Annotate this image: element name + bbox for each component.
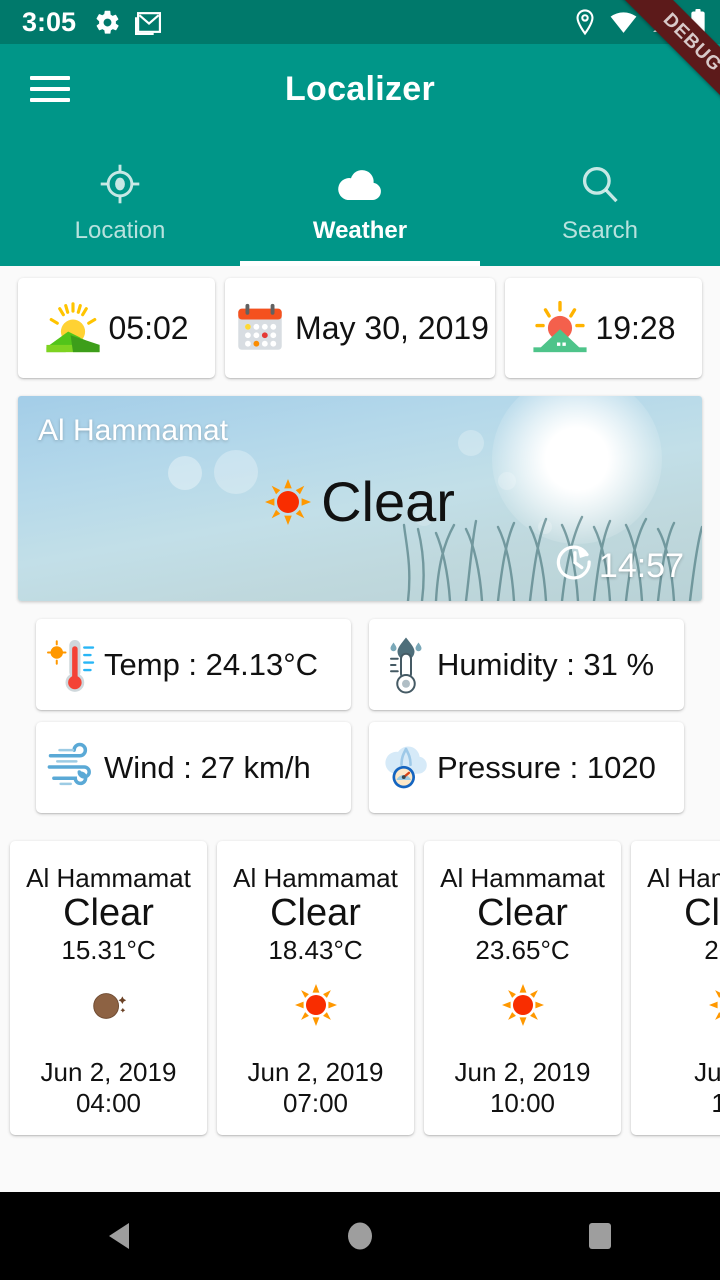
hero-condition-group: Clear [18, 474, 702, 530]
magnifier-icon [579, 161, 621, 207]
date-card[interactable]: May 30, 2019 [225, 278, 495, 378]
tab-search-label: Search [561, 217, 639, 244]
sun-icon [294, 984, 337, 1026]
metrics-row-2: Wind : 27 km/h Pressure: 1020 [36, 722, 684, 813]
current-weather-card[interactable]: Al Hammamat Clear 14:57 [18, 396, 702, 601]
hamburger-bar [30, 76, 70, 80]
thermometer-hot-icon [46, 635, 100, 695]
pressure-text: Pressure : 1020 [437, 749, 656, 785]
tab-bar: Location Weather Search [0, 134, 720, 266]
sunset-card[interactable]: 19:28 [504, 278, 702, 378]
hamburger-menu-icon[interactable] [30, 69, 70, 109]
clock-refresh-icon [555, 542, 595, 591]
app-bar: Localizer [0, 44, 720, 134]
forecast-time: 13: [711, 1088, 720, 1118]
hero-updated-time: 14:57 [598, 547, 684, 585]
forecast-time: 10:00 [489, 1088, 556, 1118]
forecast-temperature: 26.4 [704, 935, 720, 965]
tab-active-indicator [240, 261, 480, 266]
forecast-date: Jun 2, 2019 [40, 1057, 177, 1087]
forecast-date: Jun 2, [694, 1057, 720, 1087]
hero-city-name: Al Hammamat [38, 414, 229, 447]
tab-location-label: Location [74, 217, 166, 244]
forecast-time: 07:00 [282, 1088, 349, 1118]
wind-icon [46, 738, 100, 798]
android-nav-bar [0, 1192, 720, 1280]
sunrise-card[interactable]: 05:02 [18, 278, 216, 378]
forecast-condition: Clear [684, 892, 720, 934]
wifi-icon [610, 11, 637, 33]
cell-signal-icon [651, 12, 676, 33]
tab-weather[interactable]: Weather [240, 134, 480, 266]
wind-card[interactable]: Wind : 27 km/h [36, 722, 351, 813]
tab-location[interactable]: Location [0, 134, 240, 266]
forecast-condition: Clear [63, 892, 154, 934]
back-triangle-icon[interactable] [60, 1219, 180, 1253]
forecast-city: Al Hammamat [26, 863, 191, 893]
page-title: Localizer [284, 69, 436, 108]
status-bar: 3:05 [0, 0, 720, 44]
forecast-strip[interactable]: Al Hammamat Clear 15.31°C Jun 2, 2019 04… [0, 825, 720, 1145]
calendar-icon [231, 299, 289, 357]
sunrise-time: 05:02 [108, 309, 189, 346]
status-bar-clock: 3:05 [22, 6, 77, 37]
forecast-card[interactable]: Al Hammamat Clear 18.43°C Jun 2, 2019 07… [217, 841, 414, 1135]
forecast-time: 04:00 [75, 1088, 142, 1118]
battery-icon [690, 8, 706, 36]
humidity-card[interactable]: Humidity : 31 % [369, 619, 684, 710]
metrics-section: Temp : 24.13°C Humidity: 31 % Wind: 27… [0, 601, 720, 813]
sunrise-icon [44, 299, 102, 357]
bokeh-decoration [458, 430, 484, 456]
forecast-temperature: 15.31°C [61, 935, 156, 965]
temperature-text: Temp : 24.13°C [104, 646, 319, 682]
gps-crosshair-icon [98, 161, 142, 207]
hygrometer-icon [379, 635, 433, 695]
gear-icon [94, 9, 121, 36]
status-bar-right-icons [574, 8, 706, 36]
humidity-text: Humidity : 31 % [437, 646, 655, 682]
sun-icon [708, 984, 720, 1026]
location-pin-icon [574, 8, 596, 36]
forecast-city: Al Hammamat [647, 863, 720, 893]
forecast-card[interactable]: Al Hammamat Clear 15.31°C Jun 2, 2019 04… [10, 841, 207, 1135]
new-moon-face-icon [88, 984, 130, 1026]
forecast-card[interactable]: Al Hammamat Clear 23.65°C Jun 2, 2019 10… [424, 841, 621, 1135]
gmail-icon [135, 10, 162, 35]
forecast-temperature: 23.65°C [475, 935, 570, 965]
forecast-city: Al Hammamat [233, 863, 398, 893]
astro-row: 05:02 May 30, 2019 19:28 [0, 266, 720, 378]
forecast-condition: Clear [477, 892, 568, 934]
sunset-time: 19:28 [595, 309, 676, 346]
sun-icon [265, 479, 312, 525]
forecast-city: Al Hammamat [440, 863, 605, 893]
hero-condition-text: Clear [321, 470, 455, 533]
hamburger-bar [30, 98, 70, 102]
forecast-temperature: 18.43°C [268, 935, 363, 965]
app-screen: 3:05 DEBUG Localizer Location Weather Se… [0, 0, 720, 1280]
barometer-cloud-icon [379, 738, 433, 798]
home-circle-icon[interactable] [300, 1218, 420, 1254]
hero-updated-group: 14:57 [555, 542, 684, 591]
tab-weather-label: Weather [312, 217, 408, 244]
tab-search[interactable]: Search [480, 134, 720, 266]
forecast-card[interactable]: Al Hammamat Clear 26.4 Jun 2, 13: [631, 841, 720, 1135]
hamburger-bar [30, 87, 70, 91]
forecast-date: Jun 2, 2019 [247, 1057, 384, 1087]
current-date: May 30, 2019 [295, 309, 489, 346]
forecast-date: Jun 2, 2019 [454, 1057, 591, 1087]
temperature-card[interactable]: Temp : 24.13°C [36, 619, 351, 710]
recents-square-icon[interactable] [540, 1218, 660, 1254]
status-bar-left-icons [94, 9, 162, 36]
wind-text: Wind : 27 km/h [104, 749, 311, 785]
forecast-condition: Clear [270, 892, 361, 934]
cloud-icon [335, 161, 385, 207]
sun-icon [501, 984, 544, 1026]
sunset-icon [531, 299, 589, 357]
pressure-card[interactable]: Pressure : 1020 [369, 722, 684, 813]
metrics-row-1: Temp : 24.13°C Humidity: 31 % [36, 619, 684, 710]
